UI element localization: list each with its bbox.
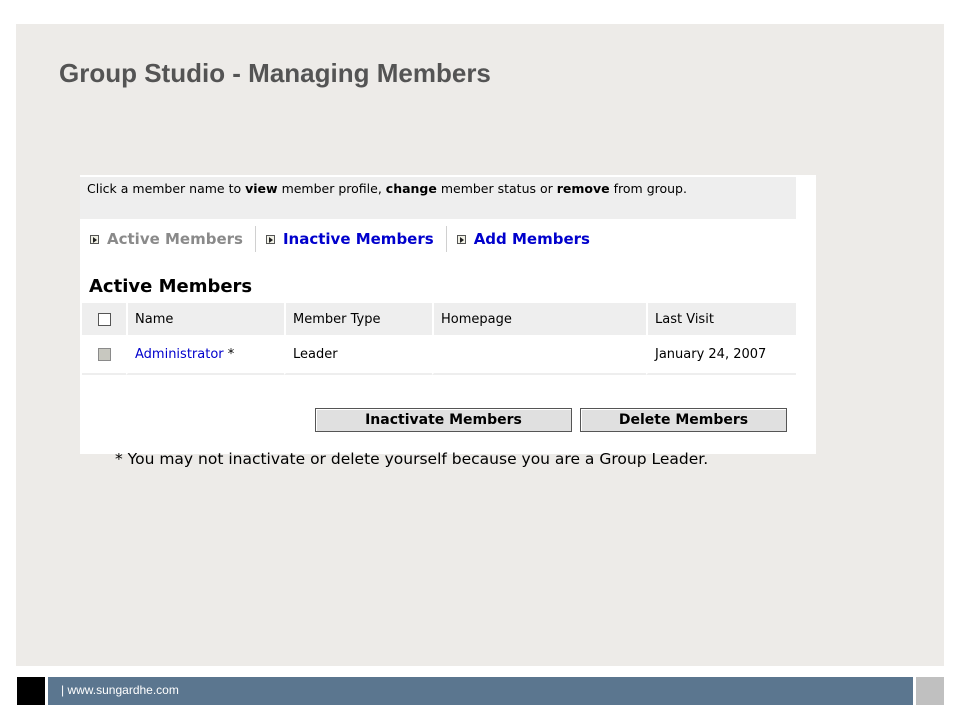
section-title: Active Members — [89, 276, 253, 297]
leader-note: * You may not inactivate or delete yours… — [115, 450, 709, 468]
inactivate-members-button[interactable]: Inactivate Members — [315, 408, 572, 432]
play-arrow-box-icon — [90, 234, 99, 244]
nav-active-members-label: Active Members — [107, 230, 243, 248]
group-studio-panel: Click a member name to view member profi… — [80, 175, 816, 468]
table-row: Administrator * Leader January 24, 2007 — [82, 335, 796, 375]
slide-background: Group Studio - Managing Members Click a … — [16, 24, 944, 666]
select-all-checkbox[interactable] — [97, 312, 111, 326]
instructions-keyword-change: change — [385, 181, 437, 196]
select-all-cell — [82, 303, 126, 335]
nav-add-members-label[interactable]: Add Members — [474, 230, 590, 248]
instructions-part: Click a member name to — [87, 181, 246, 196]
play-arrow-box-icon — [265, 234, 275, 244]
nav-add-members[interactable]: Add Members — [456, 230, 590, 248]
member-nav: Active Members Inactive Members Add Memb… — [90, 226, 590, 252]
member-name-cell: Administrator * — [126, 335, 284, 375]
footer-black-square — [17, 677, 45, 705]
nav-divider — [445, 226, 447, 252]
member-name-link[interactable]: Administrator — [135, 347, 224, 362]
row-checkbox-disabled — [97, 347, 111, 361]
column-header-name: Name — [126, 303, 284, 335]
instructions-part: from group. — [609, 181, 687, 196]
nav-inactive-members[interactable]: Inactive Members — [265, 230, 434, 248]
slide-title: Group Studio - Managing Members — [59, 58, 491, 88]
nav-active-members: Active Members — [90, 230, 243, 248]
column-header-homepage: Homepage — [432, 303, 646, 335]
instructions-part: member status or — [436, 181, 557, 196]
table-header-row: Name Member Type Homepage Last Visit — [82, 303, 796, 335]
footer-grey-square — [916, 677, 944, 705]
homepage-cell — [432, 335, 646, 375]
instructions-text: Click a member name to view member profi… — [80, 177, 796, 219]
play-arrow-box-icon — [456, 234, 466, 244]
column-header-last-visit: Last Visit — [646, 303, 796, 335]
members-table: Name Member Type Homepage Last Visit Adm… — [82, 303, 796, 375]
footer-bar: | www.sungardhe.com — [48, 677, 913, 705]
nav-divider — [254, 226, 256, 252]
instructions-part: member profile, — [277, 181, 386, 196]
instructions-keyword-view: view — [245, 181, 278, 196]
row-select-cell — [82, 335, 126, 375]
leader-marker: * — [227, 346, 235, 362]
last-visit-cell: January 24, 2007 — [646, 335, 796, 375]
column-header-member-type: Member Type — [284, 303, 432, 335]
nav-inactive-members-label[interactable]: Inactive Members — [283, 230, 434, 248]
member-type-cell: Leader — [284, 335, 432, 375]
footer-url: | www.sungardhe.com — [61, 683, 179, 697]
instructions-keyword-remove: remove — [556, 181, 610, 196]
delete-members-button[interactable]: Delete Members — [580, 408, 787, 432]
